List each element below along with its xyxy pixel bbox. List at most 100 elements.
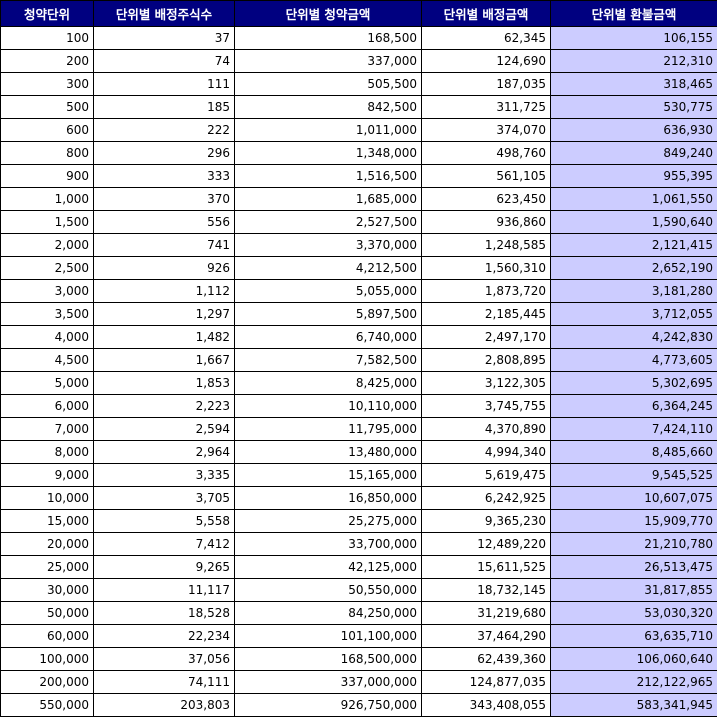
- header-row: 청약단위 단위별 배정주식수 단위별 청약금액 단위별 배정금액 단위별 환불금…: [0, 0, 717, 27]
- cell-subscription-amount: 15,165,000: [234, 463, 422, 487]
- cell-subscription-unit: 2,500: [0, 256, 94, 280]
- cell-allocated-amount: 498,760: [421, 141, 551, 165]
- cell-refund-amount: 212,122,965: [550, 670, 717, 694]
- cell-subscription-amount: 337,000,000: [234, 670, 422, 694]
- cell-refund-amount: 2,652,190: [550, 256, 717, 280]
- cell-subscription-amount: 16,850,000: [234, 486, 422, 510]
- header-allocated-shares: 단위별 배정주식수: [93, 0, 235, 27]
- cell-allocated-shares: 1,667: [93, 348, 235, 372]
- cell-allocated-shares: 1,853: [93, 371, 235, 395]
- cell-subscription-amount: 7,582,500: [234, 348, 422, 372]
- cell-allocated-shares: 370: [93, 187, 235, 211]
- cell-allocated-shares: 74,111: [93, 670, 235, 694]
- table-row: 900 333 1,516,500 561,105 955,395: [0, 164, 717, 188]
- cell-allocated-shares: 3,705: [93, 486, 235, 510]
- header-allocated-amount: 단위별 배정금액: [421, 0, 551, 27]
- cell-allocated-amount: 37,464,290: [421, 624, 551, 648]
- cell-subscription-amount: 2,527,500: [234, 210, 422, 234]
- cell-allocated-amount: 15,611,525: [421, 555, 551, 579]
- cell-allocated-amount: 623,450: [421, 187, 551, 211]
- cell-subscription-amount: 926,750,000: [234, 693, 422, 717]
- cell-subscription-amount: 5,055,000: [234, 279, 422, 303]
- table-row: 5,000 1,853 8,425,000 3,122,305 5,302,695: [0, 371, 717, 395]
- cell-allocated-shares: 18,528: [93, 601, 235, 625]
- cell-refund-amount: 106,155: [550, 26, 717, 50]
- cell-allocated-amount: 936,860: [421, 210, 551, 234]
- cell-refund-amount: 212,310: [550, 49, 717, 73]
- cell-subscription-unit: 1,000: [0, 187, 94, 211]
- cell-refund-amount: 2,121,415: [550, 233, 717, 257]
- cell-subscription-amount: 842,500: [234, 95, 422, 119]
- cell-allocated-shares: 74: [93, 49, 235, 73]
- cell-allocated-shares: 111: [93, 72, 235, 96]
- cell-refund-amount: 1,590,640: [550, 210, 717, 234]
- cell-subscription-unit: 550,000: [0, 693, 94, 717]
- table-row: 10,000 3,705 16,850,000 6,242,925 10,607,075: [0, 486, 717, 510]
- cell-subscription-unit: 30,000: [0, 578, 94, 602]
- cell-allocated-shares: 2,594: [93, 417, 235, 441]
- cell-subscription-amount: 4,212,500: [234, 256, 422, 280]
- table-row: 2,000 741 3,370,000 1,248,585 2,121,415: [0, 233, 717, 257]
- cell-allocated-amount: 12,489,220: [421, 532, 551, 556]
- cell-subscription-unit: 25,000: [0, 555, 94, 579]
- cell-subscription-unit: 7,000: [0, 417, 94, 441]
- cell-refund-amount: 4,242,830: [550, 325, 717, 349]
- header-subscription-unit: 청약단위: [0, 0, 94, 27]
- cell-subscription-amount: 6,740,000: [234, 325, 422, 349]
- cell-allocated-shares: 556: [93, 210, 235, 234]
- cell-refund-amount: 318,465: [550, 72, 717, 96]
- cell-subscription-unit: 9,000: [0, 463, 94, 487]
- cell-allocated-amount: 311,725: [421, 95, 551, 119]
- table-row: 15,000 5,558 25,275,000 9,365,230 15,909,770: [0, 509, 717, 533]
- table-row: 6,000 2,223 10,110,000 3,745,755 6,364,245: [0, 394, 717, 418]
- table-row: 100,000 37,056 168,500,000 62,439,360 106,06…: [0, 647, 717, 671]
- cell-allocated-shares: 926: [93, 256, 235, 280]
- cell-allocated-amount: 18,732,145: [421, 578, 551, 602]
- cell-subscription-unit: 200,000: [0, 670, 94, 694]
- cell-allocated-shares: 11,117: [93, 578, 235, 602]
- cell-subscription-amount: 42,125,000: [234, 555, 422, 579]
- cell-subscription-amount: 1,011,000: [234, 118, 422, 142]
- cell-subscription-unit: 100: [0, 26, 94, 50]
- cell-refund-amount: 21,210,780: [550, 532, 717, 556]
- cell-refund-amount: 583,341,945: [550, 693, 717, 717]
- table-row: 1,500 556 2,527,500 936,860 1,590,640: [0, 210, 717, 234]
- cell-allocated-shares: 37,056: [93, 647, 235, 671]
- cell-refund-amount: 849,240: [550, 141, 717, 165]
- cell-allocated-shares: 1,482: [93, 325, 235, 349]
- cell-allocated-amount: 62,345: [421, 26, 551, 50]
- cell-refund-amount: 15,909,770: [550, 509, 717, 533]
- cell-allocated-amount: 1,873,720: [421, 279, 551, 303]
- cell-allocated-shares: 203,803: [93, 693, 235, 717]
- table-row: 50,000 18,528 84,250,000 31,219,680 53,030,3…: [0, 601, 717, 625]
- table-row: 25,000 9,265 42,125,000 15,611,525 26,513,47…: [0, 555, 717, 579]
- cell-subscription-amount: 505,500: [234, 72, 422, 96]
- cell-subscription-unit: 900: [0, 164, 94, 188]
- cell-subscription-unit: 300: [0, 72, 94, 96]
- cell-subscription-unit: 10,000: [0, 486, 94, 510]
- cell-allocated-shares: 37: [93, 26, 235, 50]
- cell-subscription-amount: 1,516,500: [234, 164, 422, 188]
- cell-refund-amount: 9,545,525: [550, 463, 717, 487]
- cell-allocated-amount: 124,877,035: [421, 670, 551, 694]
- table-body: 100 37 168,500 62,345 106,155 200 74 337,000 124…: [0, 26, 717, 717]
- cell-allocated-amount: 561,105: [421, 164, 551, 188]
- cell-refund-amount: 8,485,660: [550, 440, 717, 464]
- cell-allocated-amount: 374,070: [421, 118, 551, 142]
- cell-subscription-unit: 4,500: [0, 348, 94, 372]
- table-row: 4,500 1,667 7,582,500 2,808,895 4,773,605: [0, 348, 717, 372]
- table-row: 8,000 2,964 13,480,000 4,994,340 8,485,660: [0, 440, 717, 464]
- cell-allocated-shares: 333: [93, 164, 235, 188]
- cell-subscription-unit: 8,000: [0, 440, 94, 464]
- cell-subscription-unit: 2,000: [0, 233, 94, 257]
- cell-allocated-amount: 124,690: [421, 49, 551, 73]
- table-row: 7,000 2,594 11,795,000 4,370,890 7,424,110: [0, 417, 717, 441]
- cell-subscription-amount: 5,897,500: [234, 302, 422, 326]
- cell-refund-amount: 31,817,855: [550, 578, 717, 602]
- cell-allocated-amount: 5,619,475: [421, 463, 551, 487]
- table-row: 550,000 203,803 926,750,000 343,408,055 583,…: [0, 693, 717, 717]
- cell-subscription-unit: 4,000: [0, 325, 94, 349]
- cell-allocated-amount: 62,439,360: [421, 647, 551, 671]
- cell-subscription-amount: 1,348,000: [234, 141, 422, 165]
- cell-allocated-amount: 2,185,445: [421, 302, 551, 326]
